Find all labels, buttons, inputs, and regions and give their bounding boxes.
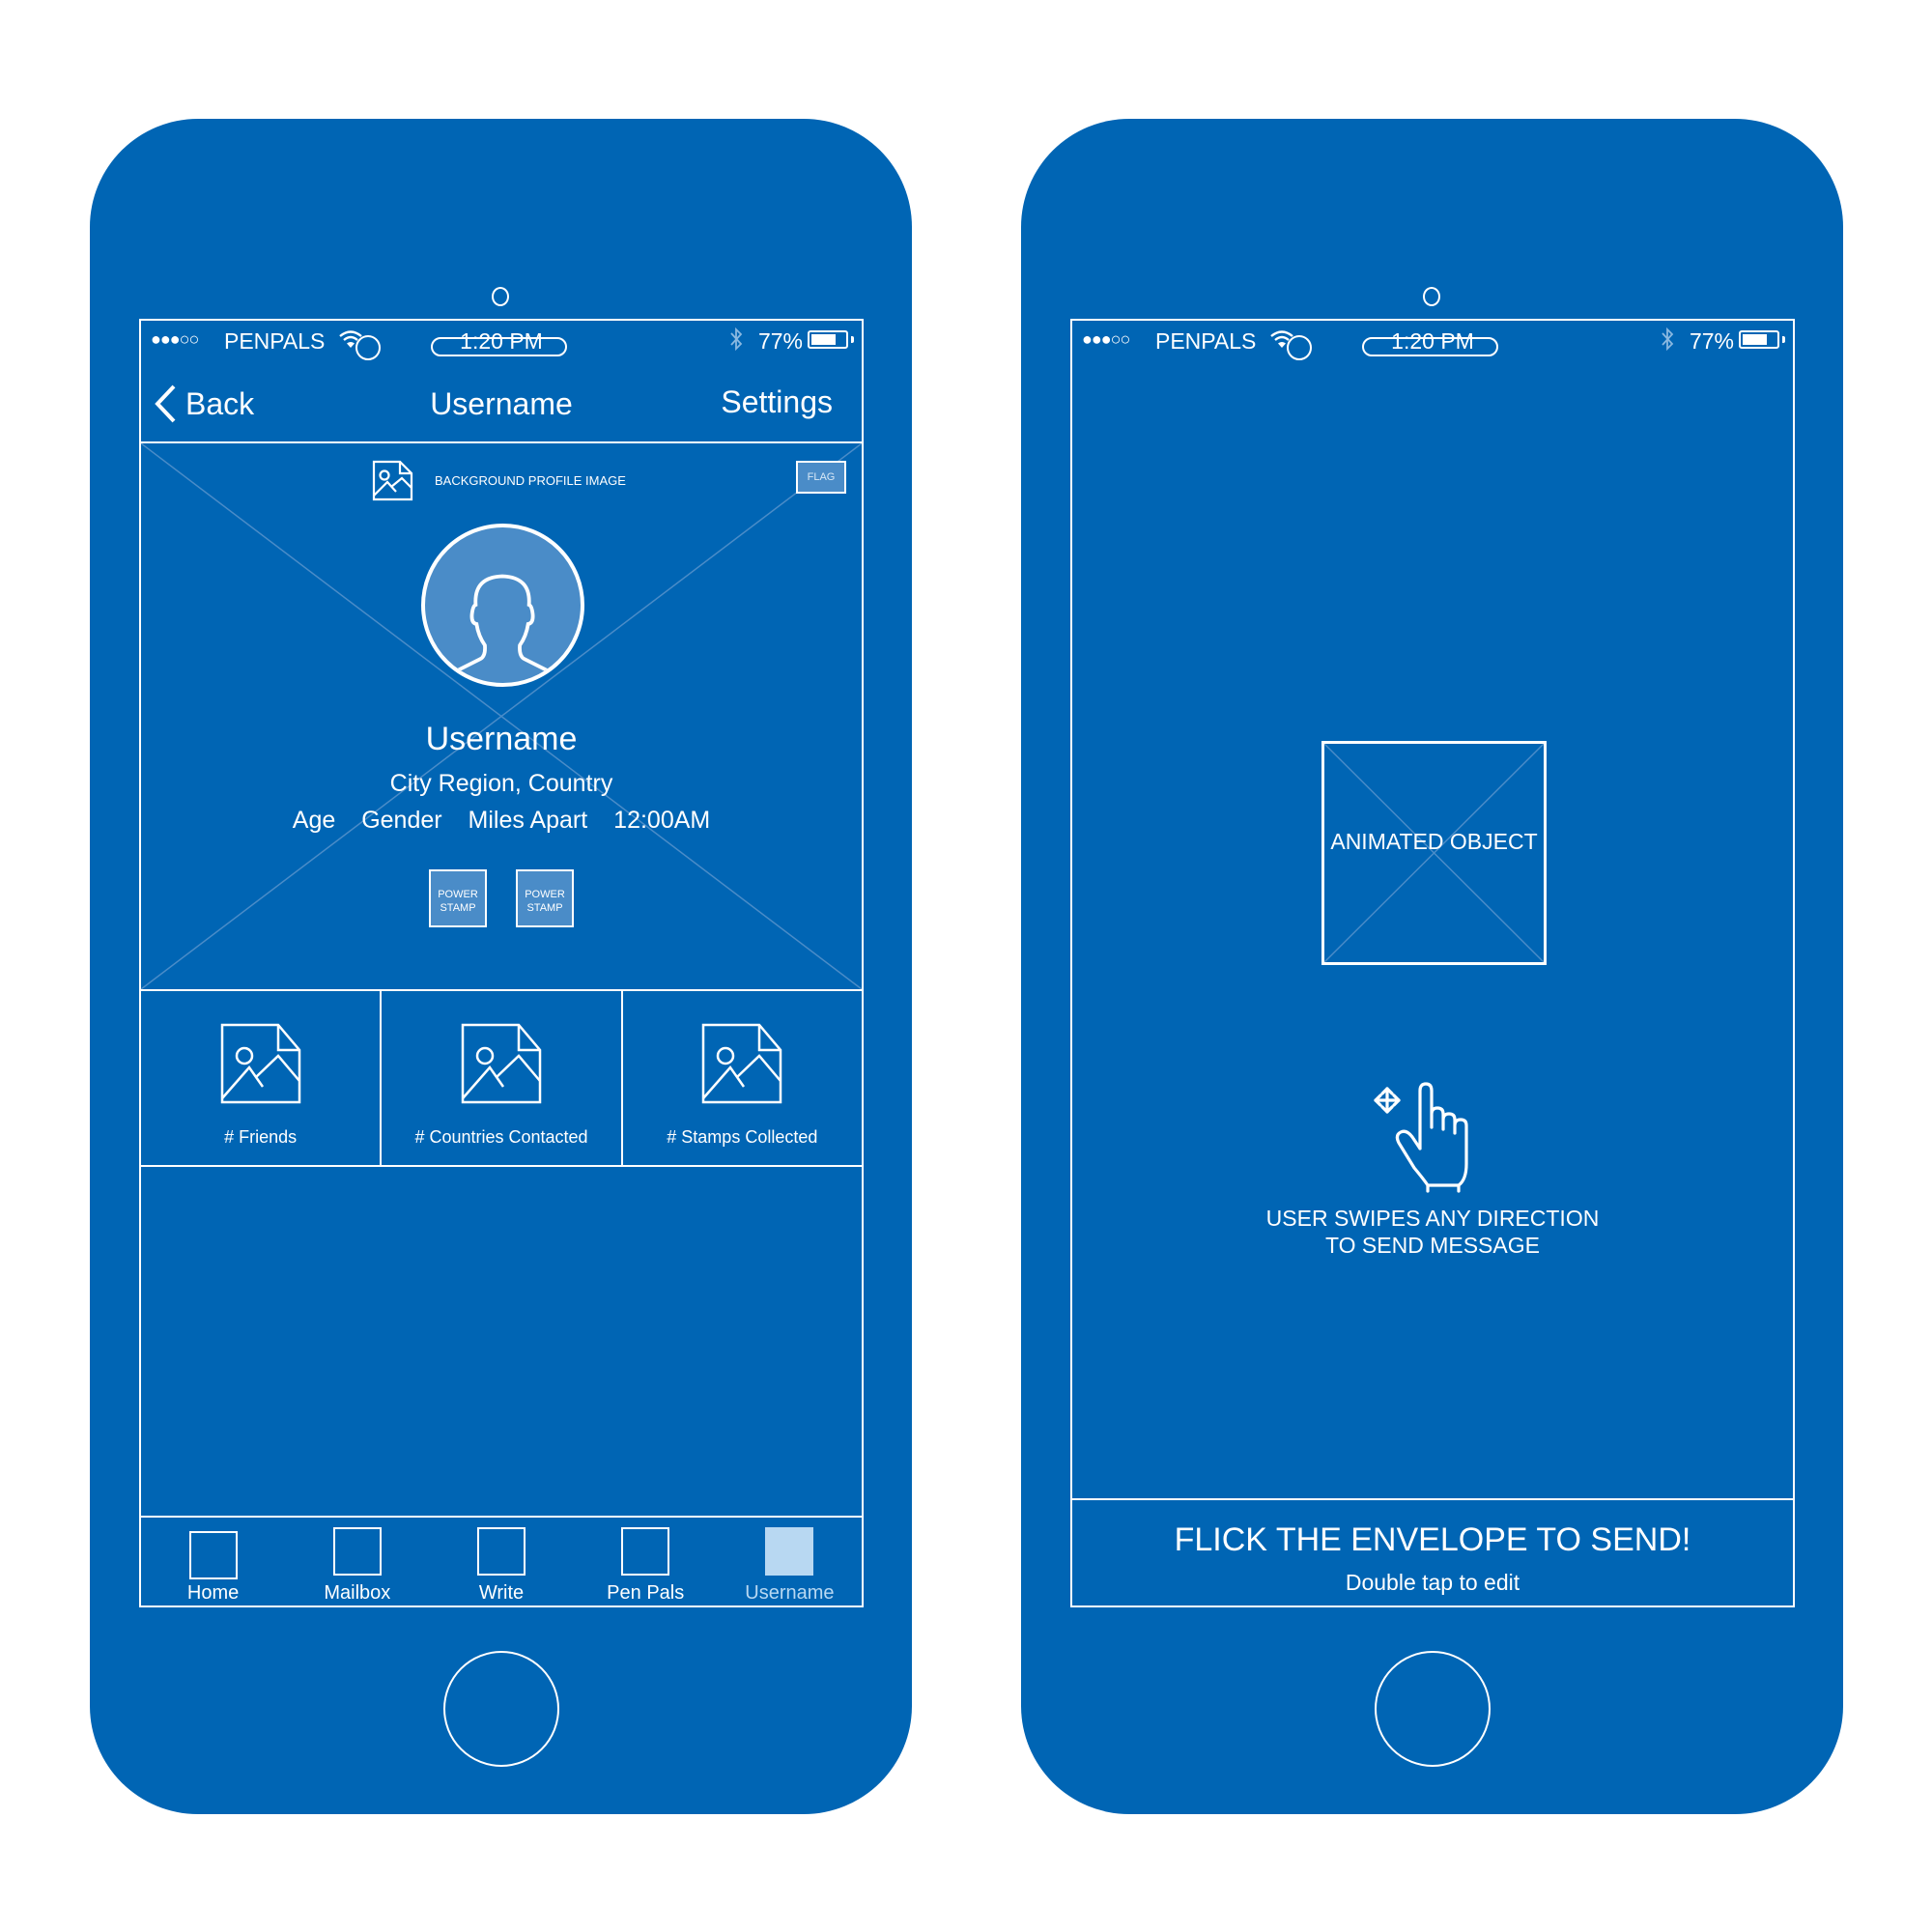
profile-distance: Miles Apart	[468, 807, 588, 834]
settings-button[interactable]: Settings	[721, 384, 833, 420]
battery-icon	[1739, 330, 1779, 349]
swipe-instruction-line: TO SEND MESSAGE	[1325, 1233, 1540, 1258]
tab-mailbox[interactable]: Mailbox	[285, 1518, 429, 1605]
background-image-button[interactable]: BACKGROUND PROFILE IMAGE	[371, 459, 626, 502]
tab-write[interactable]: Write	[429, 1518, 573, 1605]
background-image-label: BACKGROUND PROFILE IMAGE	[435, 473, 626, 488]
battery-icon	[808, 330, 848, 349]
home-button[interactable]	[443, 1651, 559, 1767]
battery-percent: 77%	[1689, 328, 1734, 354]
home-button[interactable]	[1375, 1651, 1491, 1767]
flag-button[interactable]: FLAG	[796, 461, 846, 494]
power-stamp[interactable]: POWER STAMP	[516, 869, 574, 927]
stat-friends[interactable]: # Friends	[141, 991, 383, 1165]
mailbox-icon	[332, 1527, 382, 1576]
profile-header: BACKGROUND PROFILE IMAGE FLAG Username C…	[141, 443, 862, 991]
image-file-icon	[461, 1023, 542, 1104]
tab-label: Pen Pals	[607, 1582, 685, 1604]
tab-label: Home	[186, 1582, 240, 1604]
home-icon	[188, 1531, 238, 1579]
stat-label: # Stamps Collected	[667, 1127, 818, 1147]
write-icon	[477, 1527, 526, 1576]
battery-percent: 77%	[757, 328, 803, 354]
navigation-bar: Back Username Settings	[141, 363, 862, 443]
swipe-instruction-line: USER SWIPES ANY DIRECTION	[1265, 1206, 1600, 1231]
profile-username: Username	[425, 721, 578, 757]
tab-pen-pals[interactable]: Pen Pals	[574, 1518, 718, 1605]
swipe-hand-icon	[1374, 1082, 1468, 1193]
battery-tip	[851, 336, 854, 343]
proximity-sensor-icon	[492, 287, 509, 306]
send-screen: ●●●○○ PENPALS 1:20 PM 77% ANIMATED OBJEC…	[1070, 319, 1795, 1607]
proximity-sensor-icon	[1423, 287, 1440, 306]
tab-label: Mailbox	[324, 1582, 391, 1604]
image-file-icon	[702, 1023, 782, 1104]
avatar[interactable]	[421, 524, 584, 687]
stat-stamps[interactable]: # Stamps Collected	[623, 991, 862, 1165]
stat-countries[interactable]: # Countries Contacted	[382, 991, 623, 1165]
profile-meta: Age Gender Miles Apart 12:00AM	[141, 807, 862, 835]
stats-row: # Friends # Countries Contacted # Stamps…	[141, 991, 862, 1167]
footer-subtitle: Double tap to edit	[1345, 1570, 1520, 1595]
profile-icon	[765, 1527, 814, 1576]
bluetooth-icon	[1662, 327, 1674, 352]
status-bar: ●●●○○ PENPALS 1:20 PM 77%	[1072, 321, 1793, 363]
tab-bar: Home Mailbox Write Pen Pals Username	[141, 1516, 862, 1605]
status-time: 1:20 PM	[1391, 328, 1474, 354]
animated-object-label: ANIMATED OBJECT	[1330, 829, 1538, 854]
battery-fill	[811, 334, 837, 345]
phone-mockup-profile: ●●●○○ PENPALS 1:20 PM 77% Back Username …	[90, 119, 912, 1814]
pen-pals-icon	[621, 1527, 670, 1576]
stat-label: # Countries Contacted	[414, 1127, 588, 1147]
profile-age: Age	[292, 807, 336, 834]
profile-screen: ●●●○○ PENPALS 1:20 PM 77% Back Username …	[139, 319, 864, 1607]
tab-username[interactable]: Username	[718, 1518, 862, 1605]
profile-location: City Region, Country	[389, 770, 613, 797]
profile-gender: Gender	[361, 807, 442, 834]
user-silhouette-icon	[451, 574, 554, 675]
profile-local-time: 12:00AM	[613, 807, 711, 834]
image-file-icon	[220, 1023, 300, 1104]
send-footer[interactable]: FLICK THE ENVELOPE TO SEND! Double tap t…	[1072, 1498, 1793, 1605]
stat-label: # Friends	[224, 1127, 298, 1147]
footer-title: FLICK THE ENVELOPE TO SEND!	[1174, 1521, 1691, 1558]
bluetooth-icon	[730, 327, 743, 352]
animated-object-placeholder[interactable]: ANIMATED OBJECT	[1321, 741, 1547, 965]
power-stamps: POWER STAMP POWER STAMP	[141, 869, 862, 927]
status-bar: ●●●○○ PENPALS 1:20 PM 77%	[141, 321, 862, 363]
image-file-icon	[372, 460, 413, 501]
phone-mockup-send: ●●●○○ PENPALS 1:20 PM 77% ANIMATED OBJEC…	[1021, 119, 1843, 1814]
tab-label: Write	[478, 1582, 525, 1604]
tab-home[interactable]: Home	[141, 1518, 285, 1605]
power-stamp[interactable]: POWER STAMP	[429, 869, 487, 927]
swipe-instruction: USER SWIPES ANY DIRECTION TO SEND MESSAG…	[1072, 1205, 1793, 1259]
battery-fill	[1743, 334, 1768, 345]
tab-label: Username	[745, 1582, 835, 1604]
status-time: 1:20 PM	[460, 328, 543, 354]
battery-tip	[1782, 336, 1785, 343]
